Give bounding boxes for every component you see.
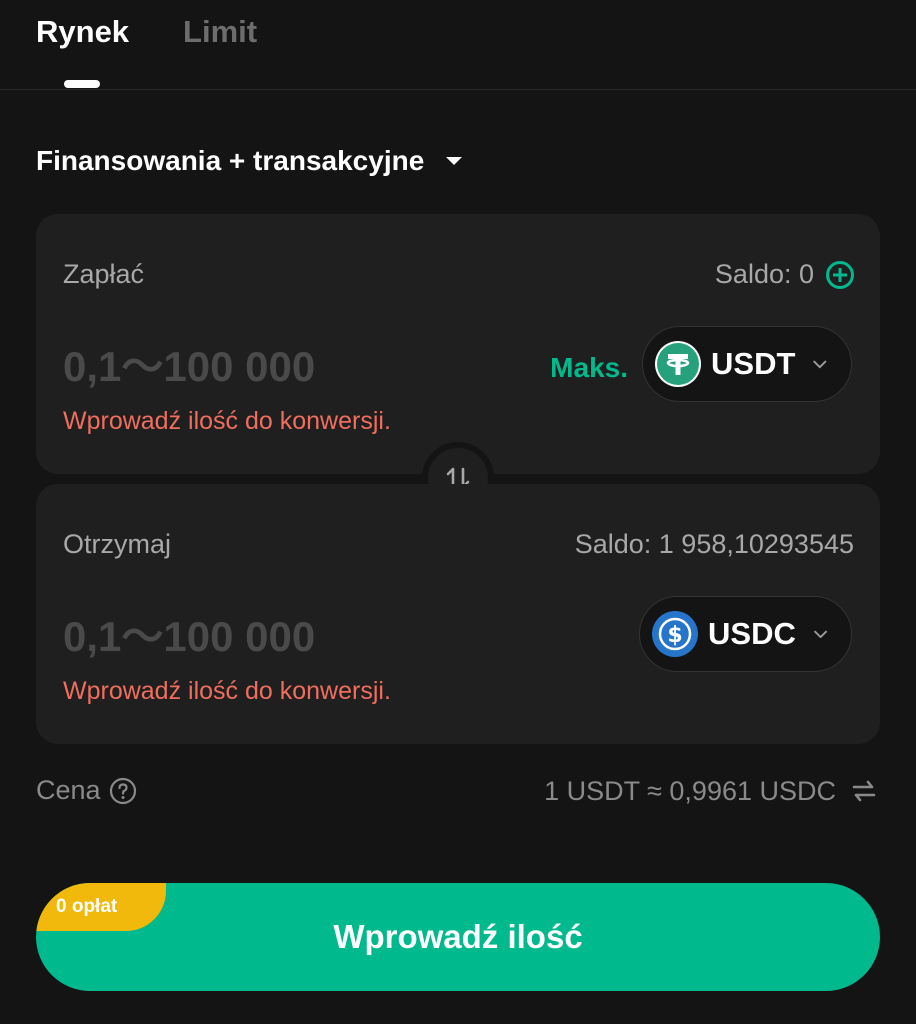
tab-limit[interactable]: Limit: [183, 14, 257, 90]
account-selector-label: Finansowania + transakcyjne: [36, 145, 425, 176]
receive-coin-selector[interactable]: $ USDC: [639, 596, 852, 672]
receive-balance: Saldo: 1 958,10293545: [575, 529, 854, 560]
exchange-rate: 1 USDT ≈ 0,9961 USDC: [544, 775, 880, 807]
enter-amount-button-label: Wprowadź ilość: [333, 918, 583, 955]
pay-label: Zapłać: [63, 259, 145, 289]
pay-coin-symbol: USDT: [711, 346, 796, 381]
zero-fee-badge: 0 opłat: [36, 883, 166, 931]
tabs-divider: [0, 89, 916, 90]
pay-error-message: Wprowadź ilość do konwersji.: [63, 407, 391, 435]
price-label: Cena: [36, 775, 137, 806]
max-button[interactable]: Maks.: [550, 352, 628, 384]
receive-error-message: Wprowadź ilość do konwersji.: [63, 677, 391, 705]
convert-page: Rynek Limit Finansowania + transakcyjne …: [0, 0, 916, 1024]
swap-rate-icon[interactable]: [848, 775, 880, 807]
question-circle-icon[interactable]: [109, 777, 137, 805]
chevron-down-icon: [814, 630, 827, 639]
order-type-tabs: Rynek Limit: [36, 14, 257, 90]
pay-balance: Saldo: 0: [715, 259, 854, 290]
pay-balance-text: Saldo: 0: [714, 259, 814, 289]
pay-card: Zapłać Saldo: 0 Wprowadź ilość do konwer…: [36, 214, 880, 474]
tab-market[interactable]: Rynek: [36, 14, 129, 90]
enter-amount-button[interactable]: 0 opłat Wprowadź ilość: [36, 883, 880, 991]
usdc-icon: $: [652, 611, 698, 657]
receive-label: Otrzymaj: [63, 529, 171, 559]
receive-coin-symbol: USDC: [708, 616, 796, 651]
receive-amount-input[interactable]: [63, 609, 493, 665]
pay-amount-input[interactable]: [63, 339, 493, 395]
add-funds-plus-icon[interactable]: [826, 260, 854, 289]
caret-down-icon: [446, 157, 463, 165]
active-tab-indicator: [64, 80, 100, 88]
svg-text:$: $: [667, 623, 682, 648]
receive-card: Otrzymaj Saldo: 1 958,10293545 Wprowadź …: [36, 484, 880, 744]
pay-coin-selector[interactable]: USDT: [642, 326, 852, 402]
exchange-rate-text: 1 USDT ≈ 0,9961 USDC: [544, 775, 836, 806]
tether-icon: [655, 341, 701, 387]
account-selector[interactable]: Finansowania + transakcyjne: [36, 145, 463, 177]
price-label-text: Cena: [36, 775, 101, 805]
receive-balance-text: Saldo: 1 958,10293545: [574, 529, 854, 559]
chevron-down-icon: [813, 360, 827, 369]
